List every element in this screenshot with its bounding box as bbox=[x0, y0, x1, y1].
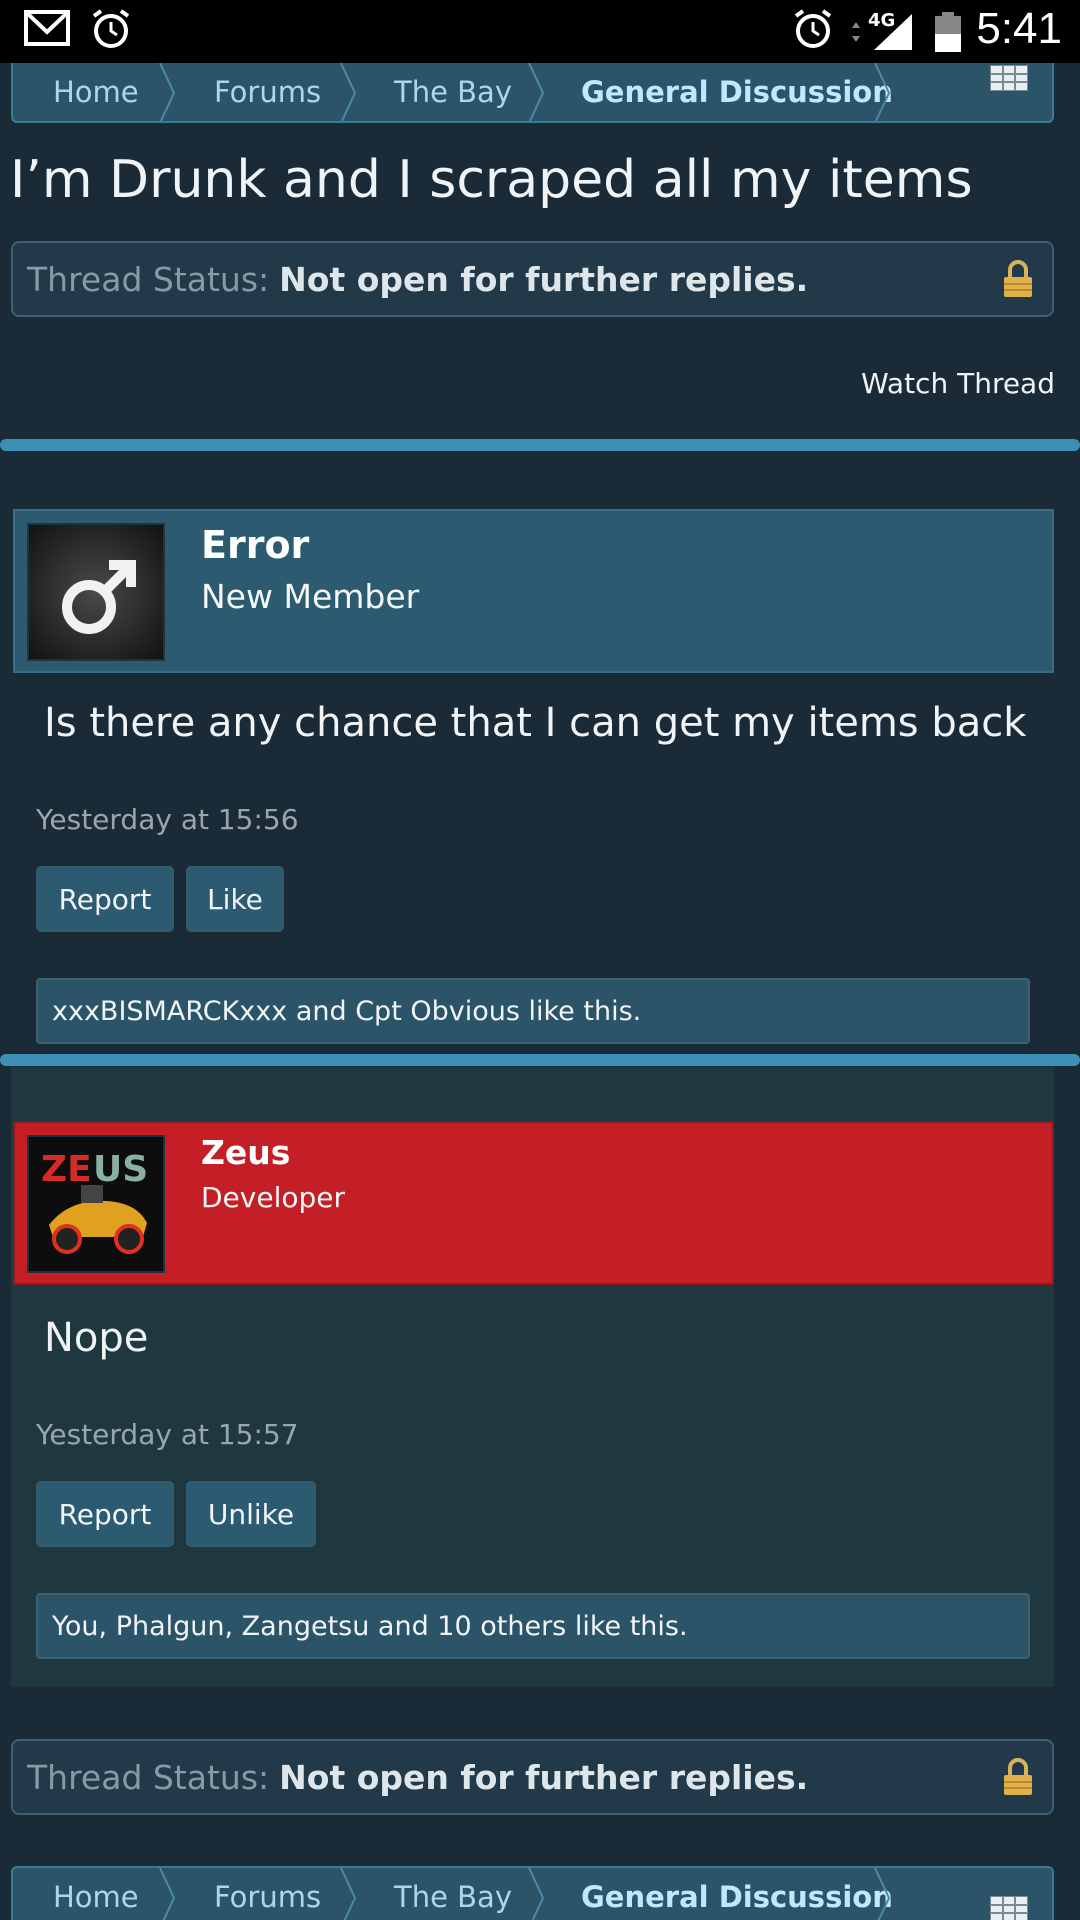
likes-summary[interactable]: xxxBISMARCKxxx and Cpt Obvious like this… bbox=[36, 978, 1030, 1044]
avatar[interactable]: ZE US bbox=[27, 1135, 165, 1273]
alarm-icon bbox=[794, 9, 832, 48]
chevron-right-icon bbox=[159, 1868, 176, 1920]
svg-text:ZE: ZE bbox=[41, 1149, 92, 1190]
alarm-icon bbox=[92, 9, 130, 48]
post-date[interactable]: Yesterday at 15:56 bbox=[36, 803, 299, 836]
breadcrumb-general-discussion[interactable]: General Discussion bbox=[581, 1868, 893, 1920]
breadcrumb: Home Forums The Bay General Discussion bbox=[11, 63, 1054, 123]
status-bar: 4G 5:41 bbox=[0, 0, 1080, 63]
breadcrumb-forums[interactable]: Forums bbox=[214, 63, 321, 121]
thread-status-value: Not open for further replies. bbox=[279, 1757, 809, 1797]
report-button[interactable]: Report bbox=[36, 1481, 174, 1547]
chevron-right-icon bbox=[340, 63, 357, 121]
post-date[interactable]: Yesterday at 15:57 bbox=[36, 1418, 299, 1451]
breadcrumb-bottom: Home Forums The Bay General Discussion bbox=[11, 1866, 1054, 1920]
thread-status-label: Thread Status: bbox=[27, 259, 270, 299]
lock-icon bbox=[1004, 1758, 1032, 1795]
male-symbol-icon bbox=[62, 560, 136, 634]
thread-status-box: Thread Status: Not open for further repl… bbox=[11, 1739, 1054, 1815]
chevron-right-icon bbox=[340, 1868, 357, 1920]
post-divider bbox=[0, 439, 1080, 451]
user-title: New Member bbox=[201, 577, 420, 616]
unlike-button[interactable]: Unlike bbox=[186, 1481, 316, 1547]
lock-icon bbox=[1004, 260, 1032, 297]
like-button[interactable]: Like bbox=[186, 866, 284, 932]
chevron-right-icon bbox=[874, 1868, 891, 1920]
post-message: Nope bbox=[44, 1315, 149, 1361]
username[interactable]: Zeus bbox=[201, 1133, 290, 1172]
chevron-right-icon bbox=[528, 1868, 545, 1920]
report-button[interactable]: Report bbox=[36, 866, 174, 932]
username[interactable]: Error bbox=[201, 523, 309, 567]
post-user-card: Error New Member bbox=[13, 509, 1054, 673]
user-title: Developer bbox=[201, 1181, 346, 1214]
chevron-right-icon bbox=[159, 63, 176, 121]
avatar[interactable] bbox=[27, 523, 165, 661]
post-user-card-developer: ZE US Zeus Developer bbox=[13, 1121, 1054, 1285]
watch-thread-link[interactable]: Watch Thread bbox=[861, 367, 1055, 400]
breadcrumb-forums[interactable]: Forums bbox=[214, 1868, 321, 1920]
gmail-icon bbox=[24, 10, 70, 46]
breadcrumb-general-discussion[interactable]: General Discussion bbox=[581, 63, 893, 121]
post-divider bbox=[0, 1054, 1080, 1066]
post-message: Is there any chance that I can get my it… bbox=[44, 700, 1027, 746]
chevron-right-icon bbox=[874, 63, 891, 121]
thread-status-value: Not open for further replies. bbox=[279, 259, 809, 299]
svg-text:US: US bbox=[93, 1149, 148, 1190]
jump-menu-icon[interactable] bbox=[990, 65, 1028, 91]
thread-status-label: Thread Status: bbox=[27, 1757, 270, 1797]
likes-summary[interactable]: You, Phalgun, Zangetsu and 10 others lik… bbox=[36, 1593, 1030, 1659]
zeus-avatar-image: ZE US bbox=[29, 1137, 163, 1271]
jump-menu-icon[interactable] bbox=[990, 1896, 1028, 1920]
clock: 5:41 bbox=[976, 4, 1062, 53]
breadcrumb-home[interactable]: Home bbox=[53, 63, 139, 121]
breadcrumb-home[interactable]: Home bbox=[53, 1868, 139, 1920]
breadcrumb-the-bay[interactable]: The Bay bbox=[394, 63, 512, 121]
thread-status-box: Thread Status: Not open for further repl… bbox=[11, 241, 1054, 317]
page-title: I’m Drunk and I scraped all my items bbox=[10, 150, 973, 210]
chevron-right-icon bbox=[528, 63, 545, 121]
battery-icon bbox=[935, 12, 961, 52]
signal-icon bbox=[852, 14, 912, 50]
breadcrumb-the-bay[interactable]: The Bay bbox=[394, 1868, 512, 1920]
